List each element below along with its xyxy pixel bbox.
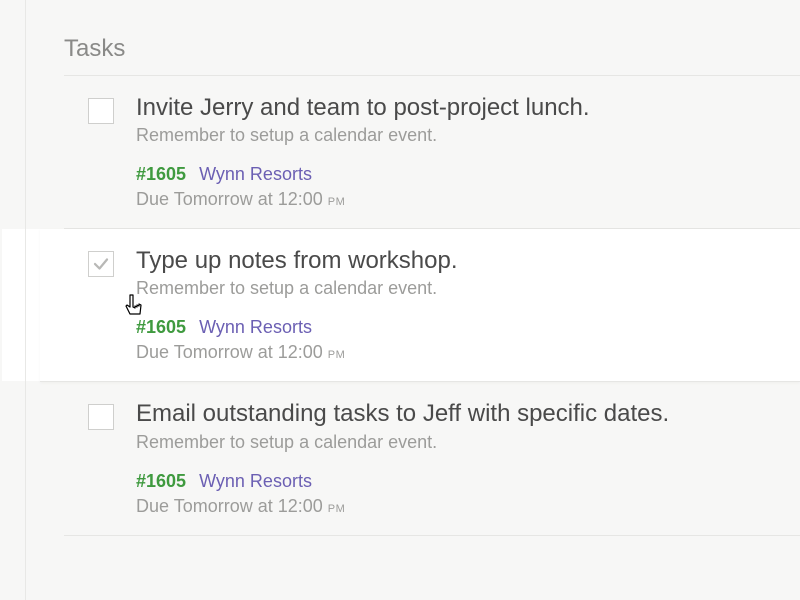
task-project-link[interactable]: Wynn Resorts [199, 317, 312, 338]
task-id-link[interactable]: #1605 [136, 471, 186, 492]
task-id-link[interactable]: #1605 [136, 317, 186, 338]
task-title: Email outstanding tasks to Jeff with spe… [136, 398, 800, 429]
task-checkbox[interactable] [88, 251, 114, 277]
task-note: Remember to setup a calendar event. [136, 278, 800, 299]
task-body: Type up notes from workshop. Remember to… [136, 245, 800, 363]
task-row[interactable]: Email outstanding tasks to Jeff with spe… [64, 382, 800, 535]
task-row[interactable]: Invite Jerry and team to post-project lu… [64, 76, 800, 229]
task-due: Due Tomorrow at 12:00 pm [136, 342, 800, 363]
task-due: Due Tomorrow at 12:00 pm [136, 496, 800, 517]
check-icon [92, 255, 110, 273]
task-project-link[interactable]: Wynn Resorts [199, 471, 312, 492]
task-checkbox[interactable] [88, 98, 114, 124]
task-title: Invite Jerry and team to post-project lu… [136, 92, 800, 123]
task-project-link[interactable]: Wynn Resorts [199, 164, 312, 185]
task-body: Invite Jerry and team to post-project lu… [136, 92, 800, 210]
section-title: Tasks [64, 35, 800, 63]
task-due: Due Tomorrow at 12:00 pm [136, 189, 800, 210]
task-id-link[interactable]: #1605 [136, 164, 186, 185]
task-note: Remember to setup a calendar event. [136, 432, 800, 453]
task-row[interactable]: Type up notes from workshop. Remember to… [40, 229, 800, 382]
tasks-panel: Tasks Invite Jerry and team to post-proj… [25, 0, 800, 600]
task-checkbox[interactable] [88, 404, 114, 430]
task-list: Invite Jerry and team to post-project lu… [64, 75, 800, 536]
task-body: Email outstanding tasks to Jeff with spe… [136, 398, 800, 516]
task-note: Remember to setup a calendar event. [136, 125, 800, 146]
task-meta: #1605 Wynn Resorts Due Tomorrow at 12:00… [136, 164, 800, 210]
task-meta: #1605 Wynn Resorts Due Tomorrow at 12:00… [136, 471, 800, 517]
task-meta: #1605 Wynn Resorts Due Tomorrow at 12:00… [136, 317, 800, 363]
task-title: Type up notes from workshop. [136, 245, 800, 276]
